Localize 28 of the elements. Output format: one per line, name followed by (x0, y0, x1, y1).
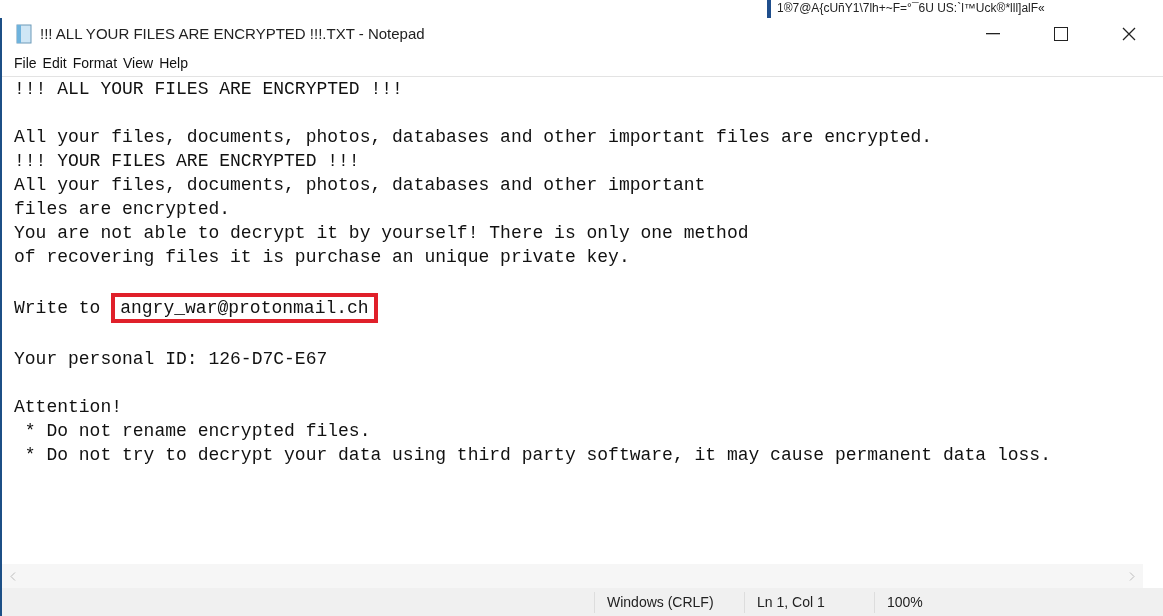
text-line: All your files, documents, photos, databases and other important files are encrypted. (14, 126, 933, 149)
text-line: Attention! (14, 396, 123, 419)
minimize-icon (986, 33, 1000, 35)
close-icon (1122, 27, 1136, 41)
status-bar-field: Windows (CRLF) (594, 591, 744, 613)
text-line: !!! ALL YOUR FILES ARE ENCRYPTED !!! (14, 78, 403, 101)
text-line: !!! YOUR FILES ARE ENCRYPTED !!! (14, 150, 360, 173)
text-line: Your personal ID: 126-D7C-E67 (14, 348, 328, 371)
menu-item[interactable]: Edit (41, 52, 68, 74)
text-line: files are encrypted. (14, 198, 231, 221)
maximize-icon (1054, 27, 1068, 41)
text-line: * Do not try to decrypt your data using third party software, it may cause permanent data loss. (23, 444, 1051, 467)
text-line: Write to (14, 297, 101, 320)
status-bar-field: Ln 1, Col 1 (744, 591, 874, 613)
notepad-icon (14, 24, 34, 44)
window-title: !!! ALL YOUR FILES ARE ENCRYPTED !!!.TXT - Notepad (40, 23, 425, 44)
highlighted-email: angry_war@protonmail.ch (111, 293, 378, 323)
scroll-right-icon[interactable] (1129, 571, 1135, 581)
text-line: of recovering files it is purchase an unique private key. (14, 246, 630, 269)
menu-item[interactable]: View (122, 52, 155, 74)
text-line: * Do not rename encrypted files. (23, 420, 371, 443)
text-line: All your files, documents, photos, databases and other important (14, 174, 706, 197)
status-bar-field: 100% (874, 591, 974, 613)
menu-item[interactable]: File (13, 52, 38, 74)
menu-item[interactable]: Format (71, 52, 119, 74)
text-line: You are not able to decrypt it by yourself! There is only one method (14, 222, 749, 245)
scroll-left-icon[interactable] (10, 571, 16, 581)
menu-item[interactable]: Help (158, 52, 189, 74)
